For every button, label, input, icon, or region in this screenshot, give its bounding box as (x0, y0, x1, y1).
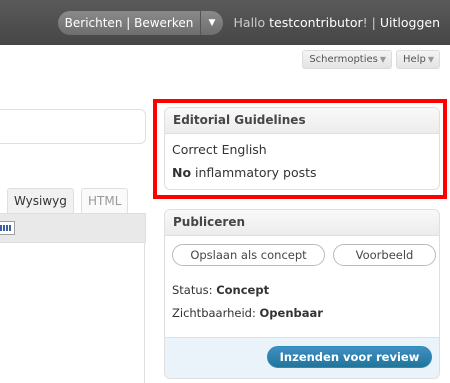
visibility-value: Openbaar (259, 306, 323, 320)
submit-for-review-button[interactable]: Inzenden voor review (267, 346, 432, 368)
preview-button[interactable]: Voorbeeld (333, 244, 436, 266)
screen-options-button[interactable]: Schermopties ▼ (302, 50, 393, 69)
publish-box: Publiceren Opslaan als concept Voorbeeld… (164, 209, 440, 379)
post-status: Status: Concept (172, 283, 269, 297)
highlight-frame (153, 99, 447, 199)
chevron-down-icon: ▼ (379, 55, 387, 64)
save-draft-button[interactable]: Opslaan als concept (172, 244, 325, 266)
tab-visual[interactable]: Wysiwyg (7, 188, 74, 213)
editor-toolbar (0, 213, 146, 243)
post-visibility: Zichtbaarheid: Openbaar (172, 306, 323, 320)
help-label: Help (403, 54, 426, 65)
chevron-down-icon: ▼ (427, 55, 434, 64)
username-link[interactable]: testcontributor (269, 15, 363, 30)
admin-header: Berichten | Bewerken ▼ Hallo testcontrib… (0, 0, 450, 45)
favorites-menu[interactable]: Berichten | Bewerken ▼ (58, 11, 223, 35)
help-button[interactable]: Help ▼ (396, 50, 440, 69)
tab-html[interactable]: HTML (81, 188, 129, 213)
favorites-label[interactable]: Berichten | Bewerken (58, 16, 200, 30)
publish-title: Publiceren (165, 210, 439, 236)
status-value: Concept (216, 283, 270, 297)
editor-content-area[interactable] (0, 243, 145, 383)
greeting-text: Hallo (233, 15, 266, 30)
post-title-input[interactable] (0, 109, 146, 144)
greeting-separator: ! | (362, 15, 376, 30)
user-greeting: Hallo testcontributor! | Uitloggen (234, 15, 440, 30)
logout-link[interactable]: Uitloggen (380, 15, 440, 30)
publish-actions: Inzenden voor review (165, 337, 439, 378)
kitchen-sink-icon[interactable] (0, 221, 15, 235)
screen-meta-links: Schermopties ▼ Help ▼ (302, 50, 440, 69)
chevron-down-icon[interactable]: ▼ (201, 18, 223, 28)
status-label: Status: (172, 283, 217, 297)
visibility-label: Zichtbaarheid: (172, 306, 260, 320)
screen-options-label: Schermopties (309, 54, 378, 65)
